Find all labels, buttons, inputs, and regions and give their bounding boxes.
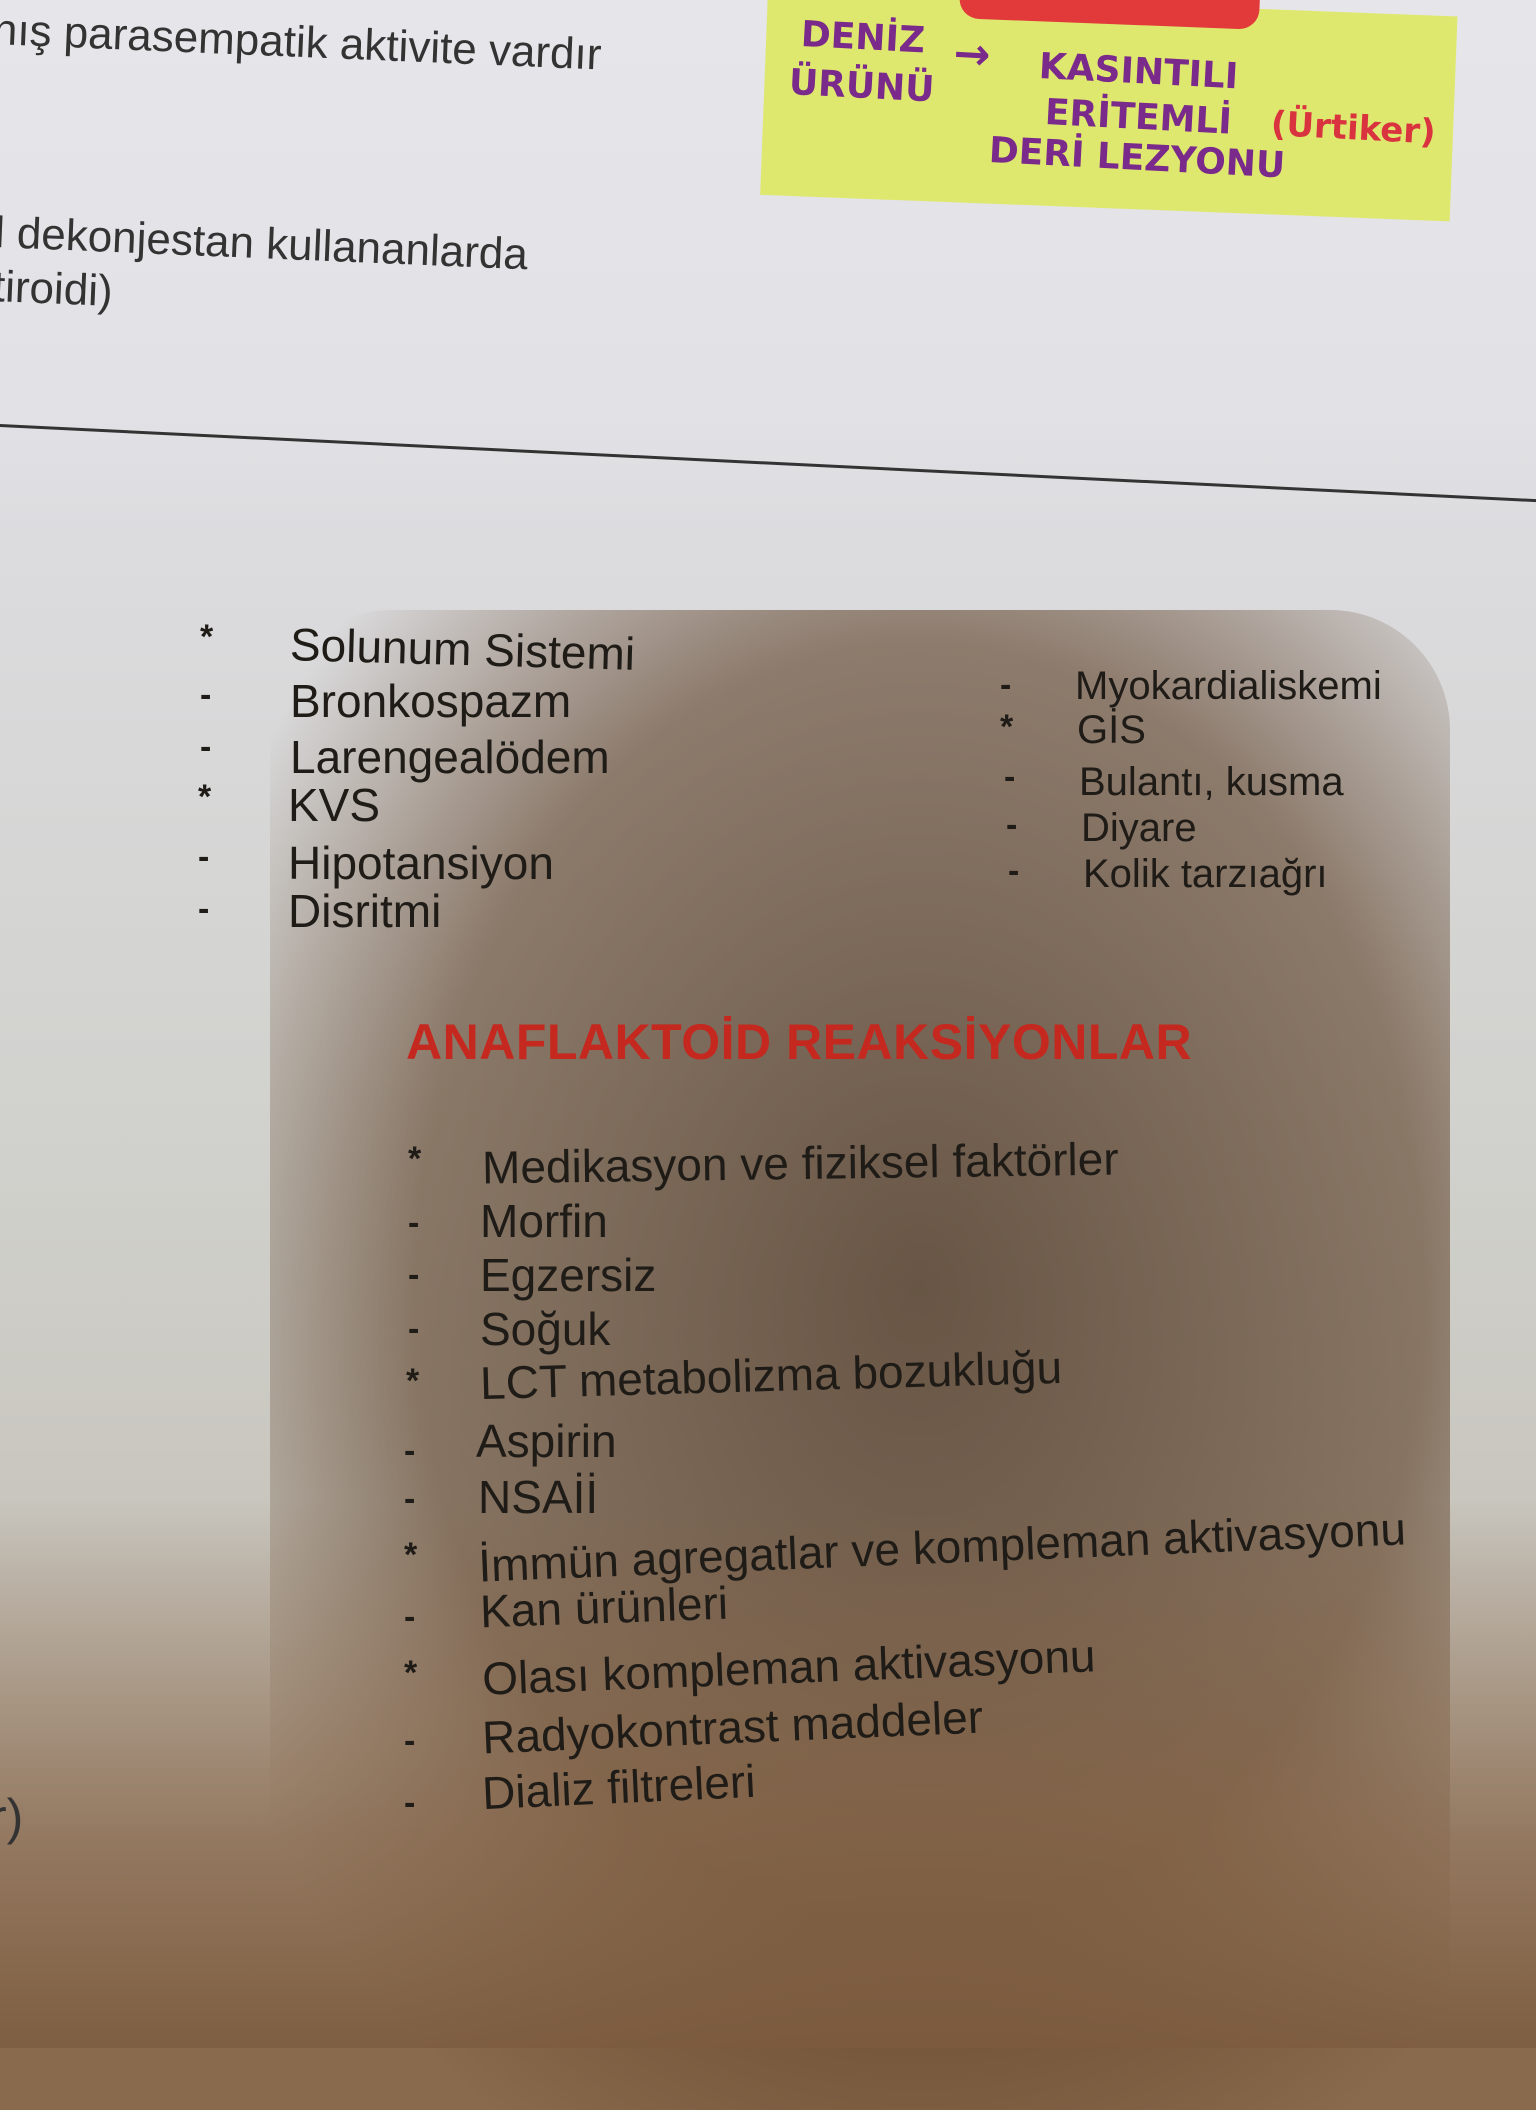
sticky-note-urtiker: (Ürtiker) <box>1269 104 1437 153</box>
bullet-marker: * <box>198 778 212 816</box>
top-line-3: tiroidi) <box>0 262 114 316</box>
bullet-marker: * <box>408 1140 422 1178</box>
list-item: Kan ürünleri <box>479 1576 729 1638</box>
bullet-marker: - <box>198 890 210 928</box>
list-item: NSAİİ <box>478 1471 599 1523</box>
bullet-marker: - <box>408 1256 420 1294</box>
bullet-marker: - <box>1006 806 1018 844</box>
list-item: Egzersiz <box>480 1249 657 1301</box>
bullet-marker: - <box>404 1598 416 1636</box>
bullet-marker: * <box>200 618 214 656</box>
bullet-marker: - <box>408 1204 420 1242</box>
list-item: Larengealödem <box>290 731 610 783</box>
bullet-marker: * <box>404 1654 418 1692</box>
bullet-marker: - <box>404 1480 416 1518</box>
list-item: Hipotansiyon <box>288 837 554 889</box>
margin-fragment: r) <box>0 1789 24 1845</box>
list-item: Diyare <box>1081 806 1197 850</box>
list-item: Bronkospazm <box>290 675 572 727</box>
bullet-marker: - <box>408 1310 420 1348</box>
bullet-marker: - <box>1000 666 1012 704</box>
arrow-icon: → <box>952 28 992 81</box>
list-item: Bulantı, kusma <box>1079 760 1344 804</box>
bullet-marker: - <box>404 1432 416 1470</box>
list-item: Aspirin <box>476 1415 617 1467</box>
table-shadow <box>0 1500 1536 2048</box>
section-heading: ANAFLAKTOİD REAKSİYONLAR <box>406 1014 1193 1070</box>
bullet-marker: - <box>198 838 210 876</box>
list-item: Morfin <box>480 1195 608 1247</box>
bullet-marker: - <box>404 1722 416 1760</box>
bullet-marker: - <box>200 676 212 714</box>
list-item: Disritmi <box>288 885 442 937</box>
bullet-marker: * <box>1000 708 1014 746</box>
list-item: KVS <box>288 779 381 831</box>
list-item: Solunum Sistemi <box>289 618 636 680</box>
bullet-marker: - <box>1004 758 1016 796</box>
list-item: Soğuk <box>480 1303 611 1355</box>
bullet-marker: * <box>404 1536 418 1574</box>
bullet-marker: - <box>200 728 212 766</box>
bullet-marker: - <box>404 1784 416 1822</box>
list-item: Myokardialiskemi <box>1075 664 1382 708</box>
sticky-left-line-1: DENİZ <box>799 14 926 62</box>
bullet-marker: * <box>406 1362 420 1400</box>
list-item: GİS <box>1077 708 1146 752</box>
list-item: Kolik tarzıağrı <box>1083 852 1328 896</box>
bullet-marker: - <box>1008 852 1020 890</box>
list-item: Medikasyon ve fiziksel faktörler <box>481 1132 1119 1194</box>
sticky-left-line-2: ÜRÜNÜ <box>787 62 936 111</box>
